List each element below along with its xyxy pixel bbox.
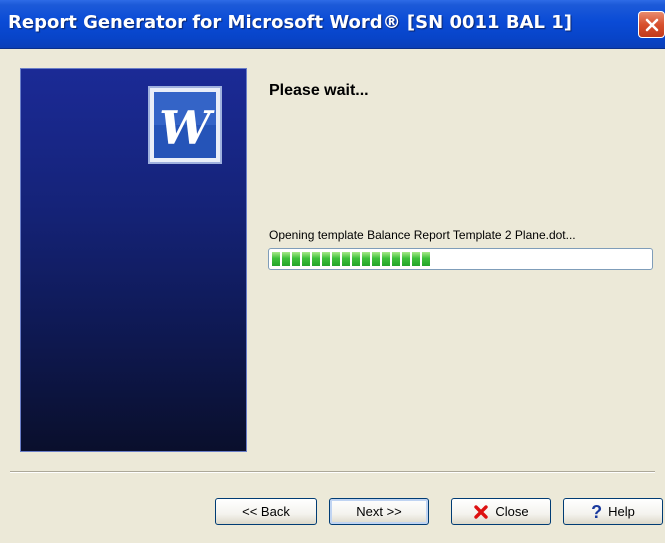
close-button-label: Close bbox=[495, 504, 529, 519]
progress-segment bbox=[412, 252, 420, 266]
progress-segment bbox=[272, 252, 280, 266]
progress-segment bbox=[392, 252, 400, 266]
progress-segment bbox=[382, 252, 390, 266]
progress-segment bbox=[352, 252, 360, 266]
svg-text:W: W bbox=[159, 101, 215, 155]
red-x-icon bbox=[474, 504, 489, 519]
progress-segment bbox=[372, 252, 380, 266]
help-button-label: Help bbox=[608, 504, 635, 519]
progress-segment bbox=[342, 252, 350, 266]
progress-segment bbox=[332, 252, 340, 266]
progress-segment bbox=[422, 252, 430, 266]
window-close-button[interactable] bbox=[638, 11, 665, 38]
wizard-window: Report Generator for Microsoft Word® [SN… bbox=[0, 0, 665, 543]
back-button[interactable]: << Back bbox=[215, 498, 317, 525]
progress-segment bbox=[312, 252, 320, 266]
window-title: Report Generator for Microsoft Word® [SN… bbox=[8, 12, 572, 33]
progress-segment bbox=[282, 252, 290, 266]
progress-segment bbox=[402, 252, 410, 266]
word-logo-icon: W bbox=[148, 86, 222, 164]
next-button[interactable]: Next >> bbox=[329, 498, 429, 525]
title-bar[interactable]: Report Generator for Microsoft Word® [SN… bbox=[0, 0, 665, 49]
next-button-label: Next >> bbox=[356, 504, 402, 519]
progress-segment bbox=[362, 252, 370, 266]
status-text: Opening template Balance Report Template… bbox=[269, 228, 576, 242]
divider bbox=[10, 471, 655, 473]
progress-segment bbox=[292, 252, 300, 266]
progress-segment bbox=[302, 252, 310, 266]
progress-segment bbox=[322, 252, 330, 266]
progress-bar bbox=[268, 248, 653, 270]
back-button-label: << Back bbox=[242, 504, 290, 519]
close-button[interactable]: Close bbox=[451, 498, 551, 525]
page-heading: Please wait... bbox=[269, 82, 369, 99]
help-button[interactable]: ? Help bbox=[563, 498, 663, 525]
close-icon bbox=[645, 18, 658, 31]
question-mark-icon: ? bbox=[591, 501, 603, 522]
